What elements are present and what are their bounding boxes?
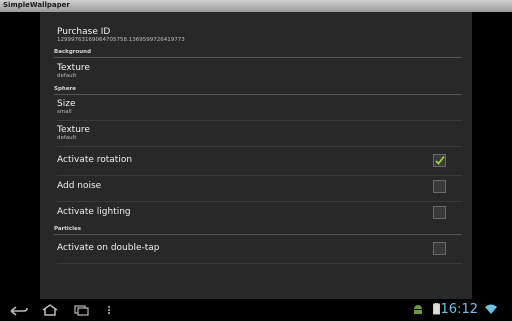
preference-title: Add noise xyxy=(57,181,102,191)
sphere-texture-preference[interactable]: Texture default xyxy=(57,125,462,142)
overflow-menu-icon xyxy=(108,306,110,314)
preference-title: Texture xyxy=(57,63,90,73)
category-particles: Particles xyxy=(54,225,462,235)
background-texture-preference[interactable]: Texture default xyxy=(57,63,462,80)
category-header: Particles xyxy=(54,226,81,232)
lighting-checkbox[interactable] xyxy=(433,206,446,219)
back-arrow-icon xyxy=(10,306,28,316)
preference-title: Activate lighting xyxy=(57,207,131,217)
noise-checkbox[interactable] xyxy=(433,180,446,193)
wifi-icon xyxy=(485,304,497,314)
sphere-size-preference[interactable]: Size small xyxy=(57,99,462,116)
recent-apps-icon xyxy=(74,305,89,316)
preference-summary: default xyxy=(57,73,77,79)
activate-lighting-preference[interactable]: Activate lighting xyxy=(57,206,462,220)
preference-title: Size xyxy=(57,99,76,109)
system-navigation-bar: 16:12 xyxy=(0,299,512,320)
overflow-menu-button[interactable] xyxy=(104,302,114,316)
app-title-bar: SimpleWallpaper xyxy=(0,0,512,12)
divider xyxy=(57,146,462,147)
purchase-id-preference[interactable]: Purchase ID 12999763169064705758.1369599… xyxy=(57,27,462,44)
home-button[interactable] xyxy=(39,302,61,316)
android-debug-icon xyxy=(414,305,422,314)
divider xyxy=(57,120,462,121)
category-background: Background xyxy=(54,48,462,58)
preference-summary: 12999763169064705758.1369599726419773 xyxy=(57,37,185,43)
activate-double-tap-preference[interactable]: Activate on double-tap xyxy=(57,242,462,256)
activate-rotation-preference[interactable]: Activate rotation xyxy=(57,154,462,168)
rotation-checkbox[interactable] xyxy=(433,154,446,167)
battery-icon xyxy=(433,303,440,315)
preference-title: Activate on double-tap xyxy=(57,243,160,253)
divider xyxy=(57,175,462,176)
preferences-panel: Purchase ID 12999763169064705758.1369599… xyxy=(40,12,472,299)
preference-title: Purchase ID xyxy=(57,27,111,37)
preference-summary: default xyxy=(57,135,77,141)
home-icon xyxy=(42,304,58,316)
category-header: Background xyxy=(54,49,92,55)
double-tap-checkbox[interactable] xyxy=(433,242,446,255)
preference-summary: small xyxy=(57,109,72,115)
preference-title: Activate rotation xyxy=(57,155,133,165)
divider xyxy=(57,201,462,202)
divider xyxy=(57,263,462,264)
status-clock: 16:12 xyxy=(440,302,478,317)
recent-apps-button[interactable] xyxy=(70,302,92,316)
category-header: Sphere xyxy=(54,86,76,92)
category-sphere: Sphere xyxy=(54,85,462,95)
preference-title: Texture xyxy=(57,125,90,135)
back-button[interactable] xyxy=(8,302,30,316)
app-title: SimpleWallpaper xyxy=(3,1,70,9)
add-noise-preference[interactable]: Add noise xyxy=(57,180,462,194)
checkmark-icon xyxy=(435,155,445,165)
